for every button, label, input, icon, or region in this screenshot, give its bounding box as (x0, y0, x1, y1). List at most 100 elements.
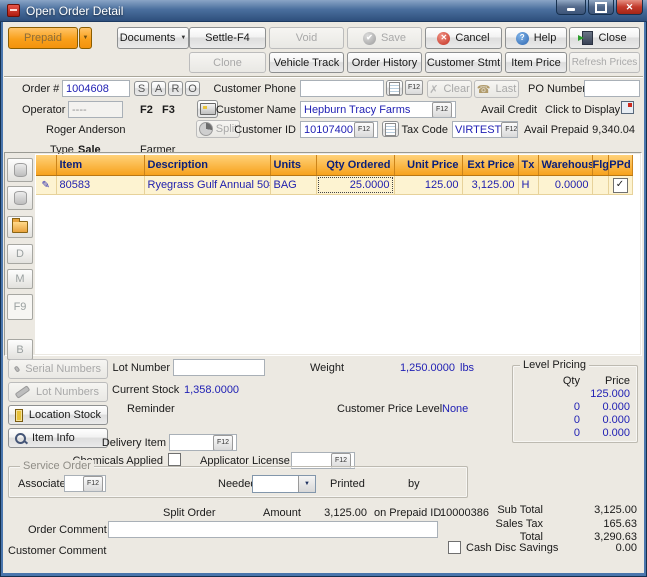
f9-button[interactable]: F9 (7, 294, 33, 320)
column-header-ext-price[interactable]: Ext Price (462, 155, 518, 176)
chemicals-applied-checkbox[interactable] (168, 453, 181, 466)
window-close-button[interactable]: ✕ (616, 0, 643, 15)
customer-stmt-button[interactable]: Customer Stmt (425, 52, 502, 73)
tax-code-f12-button[interactable]: F12 (501, 122, 518, 138)
item-info-button[interactable]: Item Info (8, 428, 108, 448)
void-button[interactable]: Void (269, 27, 344, 49)
cell-units[interactable]: BAG (270, 176, 316, 195)
settle-button[interactable]: Settle-F4 (189, 27, 266, 49)
close-button[interactable]: Close (569, 27, 640, 49)
chevron-down-icon: ▼ (83, 35, 89, 41)
order-comment-field[interactable] (108, 521, 438, 538)
db-add-icon (14, 163, 27, 177)
phone-icon: ☎ (477, 83, 491, 96)
order-number-label: Order # (22, 83, 59, 95)
prepaid-button[interactable]: Prepaid (8, 27, 78, 49)
avail-prepaid-value: 9,340.04 (585, 124, 635, 136)
order-history-button[interactable]: Order History (347, 52, 422, 73)
column-header-item[interactable]: Item (56, 155, 144, 176)
level-price-0: 125.000 (560, 388, 630, 400)
row-selector-cell[interactable]: ✎ (36, 176, 56, 195)
current-stock-label: Current Stock (112, 384, 179, 396)
toolbar-separator (4, 76, 643, 78)
cash-disc-checkbox[interactable] (448, 541, 461, 554)
order-number-field[interactable]: 1004608 (62, 80, 130, 97)
clear-icon: ✗ (429, 83, 438, 96)
level-price-3: 0.000 (560, 427, 630, 439)
d-button[interactable]: D (7, 244, 33, 264)
associate-f12-button[interactable]: F12 (83, 476, 103, 492)
cell-item[interactable]: 80583 (56, 176, 144, 195)
documents-button[interactable]: Documents▼ (117, 27, 189, 49)
save-button[interactable]: ✔Save (347, 27, 422, 49)
cell-qty-ordered[interactable]: 25.0000 (316, 176, 394, 195)
ppd-checkbox[interactable]: ✓ (613, 178, 628, 193)
refresh-prices-button[interactable]: Refresh Prices (569, 52, 640, 73)
saro-button-a[interactable]: A (151, 81, 166, 96)
reminder-label: Reminder (127, 403, 175, 415)
saro-button-r[interactable]: R (168, 81, 183, 96)
last-button[interactable]: ☎Last (474, 80, 519, 98)
amount-label: Amount (263, 507, 301, 519)
serial-numbers-button[interactable]: Serial Numbers (8, 359, 108, 379)
customer-phone-field[interactable] (300, 80, 384, 97)
maximize-icon (595, 2, 607, 13)
customer-name-f12-button[interactable]: F12 (432, 102, 452, 118)
operator-field[interactable]: ---- (68, 101, 123, 118)
saro-button-o[interactable]: O (185, 81, 200, 96)
chevron-down-icon: ▼ (180, 35, 186, 41)
phone-notepad-button[interactable] (386, 80, 403, 96)
column-header-description[interactable]: Description (144, 155, 270, 176)
customer-name-field[interactable]: Hepburn Tracy FarmsF12 (300, 101, 456, 118)
delivery-item-field[interactable]: F12 (169, 434, 237, 451)
cash-disc-value: 0.00 (567, 542, 637, 554)
tax-code-field[interactable]: VIRTESTF12 (452, 121, 518, 138)
order-items-grid: Item Description Units Qty Ordered Unit … (36, 155, 633, 195)
maximize-button[interactable] (588, 0, 614, 15)
column-header-unit-price[interactable]: Unit Price (394, 155, 462, 176)
cell-ppd[interactable]: ✓ (608, 176, 632, 195)
associate-field[interactable]: F12 (64, 475, 106, 492)
crate-icon (15, 409, 23, 422)
lot-number-field[interactable] (173, 359, 265, 376)
column-header-units[interactable]: Units (270, 155, 316, 176)
insert-item-button[interactable] (7, 158, 33, 182)
location-stock-button[interactable]: Location Stock (8, 405, 108, 425)
avail-credit-icon[interactable] (621, 101, 634, 114)
cell-tx[interactable]: H (518, 176, 538, 195)
cell-unit-price[interactable]: 125.00 (394, 176, 462, 195)
po-number-field[interactable] (584, 80, 640, 97)
cell-description[interactable]: Ryegrass Gulf Annual 50# (144, 176, 270, 195)
open-order-detail-window: Open Order Detail ✕ Prepaid ▼ Documents▼… (0, 0, 647, 577)
column-header-qty-ordered[interactable]: Qty Ordered (316, 155, 394, 176)
cell-flg[interactable] (592, 176, 608, 195)
minimize-button[interactable] (556, 0, 586, 15)
clone-button[interactable]: Clone (189, 52, 266, 73)
item-price-button[interactable]: Item Price (505, 52, 567, 73)
column-header-flg[interactable]: Flg (592, 155, 608, 176)
cell-warehouse[interactable]: 0.0000 (538, 176, 592, 195)
avail-credit-value[interactable]: Click to Display (545, 104, 620, 116)
open-folder-button[interactable] (7, 216, 33, 238)
wand-icon (14, 365, 21, 372)
help-button[interactable]: ?Help (505, 27, 567, 49)
saro-button-s[interactable]: S (134, 81, 149, 96)
vehicle-track-button[interactable]: Vehicle Track (269, 52, 344, 73)
column-header-warehouse[interactable]: Warehouse (538, 155, 592, 176)
prepaid-dropdown-button[interactable]: ▼ (79, 27, 92, 49)
b-button[interactable]: B (7, 339, 33, 360)
delete-item-button[interactable] (7, 186, 33, 210)
grid-corner-cell[interactable] (36, 155, 56, 176)
delivery-item-f12-button[interactable]: F12 (213, 435, 233, 451)
lot-numbers-button[interactable]: Lot Numbers (8, 382, 108, 402)
printed-by-label: by (408, 478, 420, 490)
needed-dropdown[interactable]: ▼ (252, 475, 316, 493)
column-header-ppd[interactable]: PPd (608, 155, 632, 176)
phone-f12-button[interactable]: F12 (405, 80, 423, 95)
column-header-tx[interactable]: Tx (518, 155, 538, 176)
cancel-button[interactable]: ✕Cancel (425, 27, 502, 49)
m-button[interactable]: M (7, 269, 33, 289)
app-icon (7, 4, 20, 17)
cell-ext-price[interactable]: 3,125.00 (462, 176, 518, 195)
clear-button[interactable]: ✗Clear (427, 80, 472, 98)
